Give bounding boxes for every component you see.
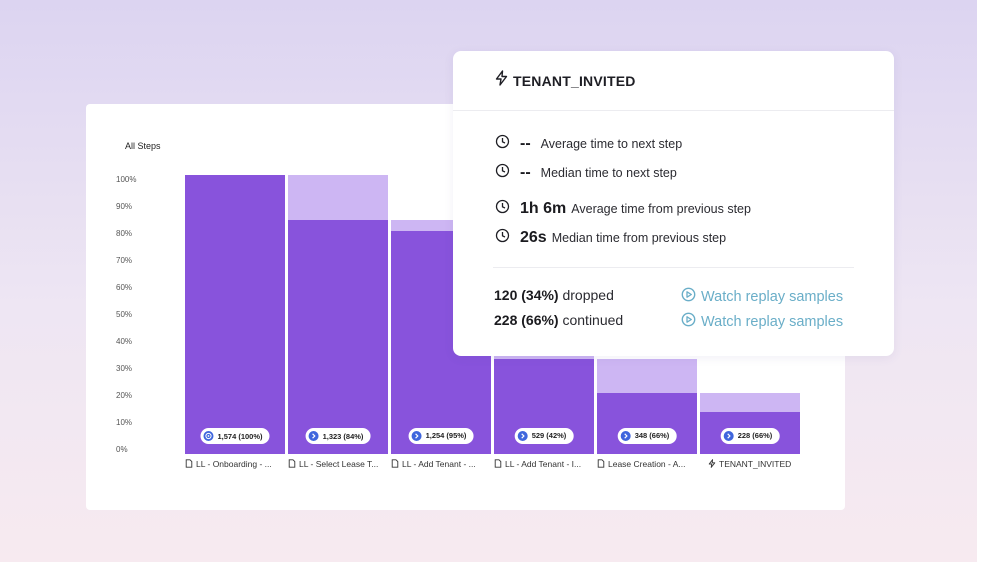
play-circle-icon	[681, 287, 696, 306]
funnel-bar[interactable]: 1,323 (84%)	[288, 175, 388, 454]
step-label: LL - Add Tenant - I...	[494, 457, 594, 471]
funnel-bar[interactable]: 228 (66%)	[700, 392, 800, 454]
watch-replay-label: Watch replay samples	[701, 313, 844, 330]
step-count-badge: 1,323 (84%)	[305, 428, 371, 444]
step-count-badge: 348 (66%)	[617, 427, 677, 444]
step-label: Lease Creation - A...	[597, 457, 697, 471]
step-label: LL - Onboarding - ...	[185, 457, 285, 471]
clock-icon	[495, 228, 510, 248]
document-icon	[391, 458, 399, 470]
document-icon	[288, 458, 296, 470]
watch-replay-dropped-link[interactable]: Watch replay samples	[681, 287, 843, 306]
step-count-text: 529 (42%)	[531, 431, 567, 441]
stat-value: --	[520, 164, 531, 181]
chevron-right-icon	[411, 430, 422, 441]
y-tick: 90%	[116, 202, 133, 211]
document-icon	[597, 458, 605, 470]
detail-header: TENANT_INVITED	[453, 51, 894, 111]
dropped-segment	[288, 175, 388, 220]
continued-segment	[185, 175, 285, 454]
document-icon	[494, 458, 502, 470]
document-icon	[185, 458, 193, 470]
step-count-text: 1,574 (100%)	[217, 431, 263, 441]
continued-summary: 228 (66%) continued	[494, 312, 623, 328]
play-circle-icon	[681, 312, 696, 331]
funnel-bar[interactable]: 1,574 (100%)	[185, 175, 285, 454]
y-tick: 40%	[116, 337, 133, 346]
stat-row: 26s Median time from previous step	[495, 228, 726, 248]
y-tick: 70%	[116, 256, 133, 265]
chevron-right-icon	[620, 430, 631, 441]
watch-replay-continued-link[interactable]: Watch replay samples	[681, 312, 843, 331]
funnel-bar[interactable]: 529 (42%)	[494, 353, 594, 454]
stat-label: Median time to next step	[540, 166, 677, 180]
chevron-right-icon	[517, 430, 528, 441]
step-count-badge: 529 (42%)	[514, 427, 574, 444]
divider	[493, 267, 854, 268]
stat-value: --	[520, 135, 531, 152]
chevron-right-icon	[723, 430, 734, 441]
step-label-text: LL - Add Tenant - I...	[505, 459, 582, 469]
dropped-segment	[597, 359, 697, 393]
stat-row: 1h 6m Average time from previous step	[495, 199, 751, 219]
chevron-right-icon	[308, 431, 319, 441]
lightning-icon	[494, 70, 509, 91]
continued-count: 228 (66%)	[494, 312, 559, 328]
step-count-text: 228 (66%)	[737, 431, 773, 441]
dropped-count: 120 (34%)	[494, 287, 559, 303]
stat-row: -- Median time to next step	[495, 163, 677, 183]
step-label-text: Lease Creation - A...	[608, 459, 686, 469]
step-count-badge: 228 (66%)	[720, 427, 780, 444]
step-label-text: LL - Onboarding - ...	[196, 459, 272, 469]
step-detail-card: TENANT_INVITED -- Average time to next s…	[453, 51, 894, 356]
clock-icon	[495, 163, 510, 183]
step-label-text: LL - Select Lease T...	[299, 459, 379, 469]
watch-replay-label: Watch replay samples	[701, 288, 844, 305]
stat-label: Median time from previous step	[551, 231, 727, 245]
chart-title: All Steps	[125, 141, 161, 151]
dropped-segment	[700, 392, 800, 413]
step-count-badge: 1,254 (95%)	[408, 427, 474, 444]
y-tick: 0%	[116, 445, 128, 454]
clock-icon	[495, 199, 510, 219]
step-label-text: TENANT_INVITED	[719, 459, 792, 469]
y-tick: 60%	[116, 283, 133, 292]
y-tick: 20%	[116, 391, 133, 400]
stat-label: Average time from previous step	[571, 202, 751, 216]
continued-segment	[288, 219, 388, 454]
continued-segment	[597, 392, 697, 454]
page-edge	[977, 0, 981, 562]
stat-label: Average time to next step	[540, 137, 683, 151]
step-label: LL - Add Tenant - ...	[391, 457, 491, 471]
y-tick: 80%	[116, 229, 133, 238]
detail-title: TENANT_INVITED	[513, 72, 636, 89]
step-count-text: 348 (66%)	[634, 431, 670, 441]
y-tick: 30%	[116, 364, 133, 373]
dropped-summary: 120 (34%) dropped	[494, 287, 614, 303]
step-label-text: LL - Add Tenant - ...	[402, 459, 476, 469]
step-label: LL - Select Lease T...	[288, 457, 388, 471]
target-icon	[203, 431, 214, 441]
dropped-label: dropped	[562, 287, 614, 303]
step-count-badge: 1,574 (100%)	[200, 428, 270, 444]
step-label: TENANT_INVITED	[708, 457, 808, 471]
stat-value: 26s	[520, 229, 547, 246]
funnel-bar[interactable]: 348 (66%)	[597, 359, 697, 454]
step-count-text: 1,254 (95%)	[425, 431, 467, 441]
y-tick: 10%	[116, 418, 133, 427]
step-count-text: 1,323 (84%)	[322, 431, 364, 441]
y-tick: 100%	[116, 175, 137, 184]
y-tick: 50%	[116, 310, 133, 319]
lightning-icon	[708, 458, 716, 470]
continued-label: continued	[562, 312, 624, 328]
stat-row: -- Average time to next step	[495, 134, 682, 154]
clock-icon	[495, 134, 510, 154]
stat-value: 1h 6m	[520, 200, 567, 217]
